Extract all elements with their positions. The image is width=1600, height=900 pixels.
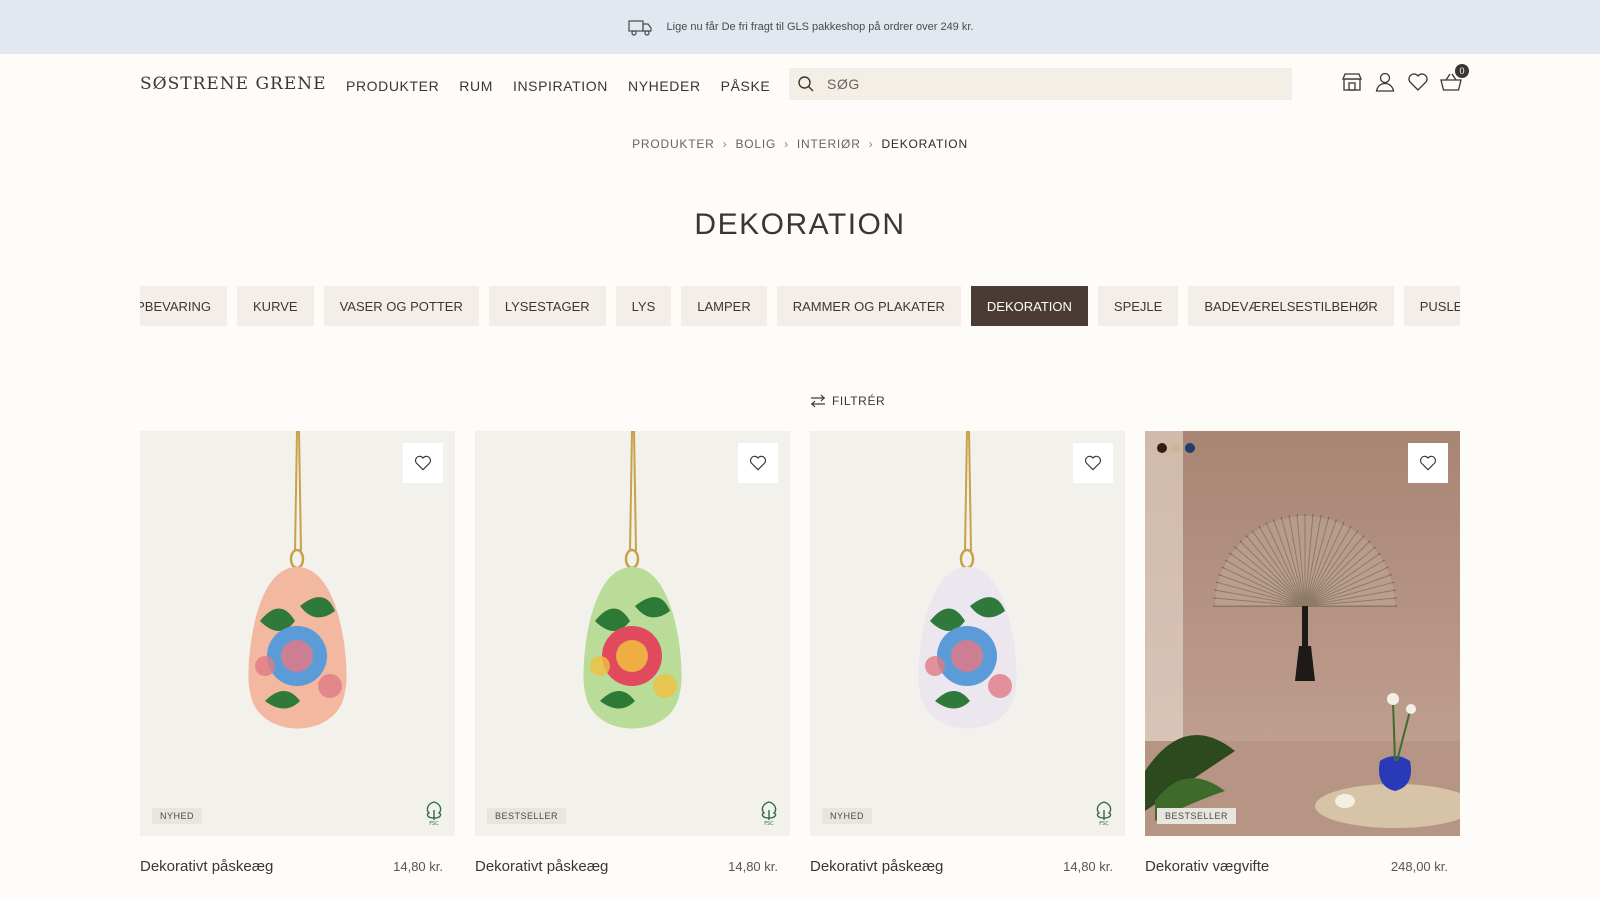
category-chip[interactable]: KURVE: [237, 286, 314, 326]
easter-egg-illustration: [248, 431, 347, 729]
chevron-right-icon: ›: [868, 137, 874, 151]
product-image[interactable]: NYHED FSC: [810, 431, 1125, 836]
search-bar[interactable]: [789, 68, 1292, 100]
svg-text:FSC: FSC: [429, 821, 439, 826]
user-icon: [1375, 72, 1395, 92]
announcement-bar: Lige nu får De fri fragt til GLS pakkesh…: [0, 0, 1600, 54]
svg-text:FSC: FSC: [764, 821, 774, 826]
cart-count-badge: 0: [1455, 64, 1469, 78]
product-price: 14,80 kr.: [728, 859, 778, 874]
account-button[interactable]: [1373, 70, 1397, 94]
breadcrumb: PRODUKTER › BOLIG › INTERIØR › DEKORATIO…: [0, 137, 1600, 151]
product-name[interactable]: Dekorativt påskeæg: [810, 858, 943, 875]
nav-nyheder[interactable]: NYHEDER: [628, 78, 701, 94]
category-chip[interactable]: OPBEVARING: [140, 286, 228, 326]
page-title: DEKORATION: [694, 208, 906, 241]
nav-inspiration[interactable]: INSPIRATION: [513, 78, 608, 94]
category-chip[interactable]: LYS: [615, 286, 672, 326]
product-image[interactable]: NYHED FSC: [140, 431, 455, 836]
brand-logo[interactable]: SØSTRENE GRENE: [140, 74, 327, 94]
product-card[interactable]: BESTSELLER Dekorativ vægvifte 248,00 kr.: [1145, 431, 1460, 875]
store-button[interactable]: [1340, 70, 1364, 94]
color-swatches: [1157, 443, 1195, 453]
site-header: SØSTRENE GRENE PRODUKTER RUM INSPIRATION…: [0, 54, 1600, 118]
product-name[interactable]: Dekorativ vægvifte: [1145, 858, 1269, 875]
category-chip[interactable]: RAMMER OG PLAKATER: [776, 286, 961, 326]
filter-button[interactable]: FILTRÉR: [810, 394, 885, 408]
product-price: 14,80 kr.: [393, 859, 443, 874]
category-chip[interactable]: LAMPER: [681, 286, 767, 326]
easter-egg-illustration: [583, 431, 682, 729]
category-chip[interactable]: LYSESTAGER: [488, 286, 606, 326]
product-badge: BESTSELLER: [1157, 808, 1237, 824]
product-name[interactable]: Dekorativt påskeæg: [475, 858, 608, 875]
product-card[interactable]: NYHED FSC Dekorativt påskeæg 14,80 kr.: [810, 431, 1125, 875]
heart-icon: [1084, 455, 1102, 471]
breadcrumb-produkter[interactable]: PRODUKTER: [632, 137, 715, 151]
header-icons: 0: [1340, 64, 1469, 94]
color-swatch[interactable]: [1185, 443, 1195, 453]
product-badge: NYHED: [152, 808, 203, 824]
cart-button[interactable]: 0: [1439, 64, 1469, 94]
category-chips: OPBEVARINGKURVEVASER OG POTTERLYSESTAGER…: [140, 286, 1460, 326]
filter-label: FILTRÉR: [832, 394, 886, 408]
product-image[interactable]: BESTSELLER: [1145, 431, 1460, 836]
breadcrumb-current: DEKORATION: [881, 137, 968, 151]
nav-rum[interactable]: RUM: [459, 78, 493, 94]
nav-paaske[interactable]: PÅSKE: [721, 78, 771, 94]
add-to-wishlist-button[interactable]: [1073, 443, 1113, 483]
category-chip[interactable]: VASER OG POTTER: [323, 286, 479, 326]
add-to-wishlist-button[interactable]: [1408, 443, 1448, 483]
heart-icon: [414, 455, 432, 471]
breadcrumb-interioer[interactable]: INTERIØR: [797, 137, 861, 151]
product-card[interactable]: NYHED FSC Dekorativt påskeæg 14,80 kr.: [140, 431, 455, 875]
wall-fan-illustration: [1145, 431, 1460, 836]
add-to-wishlist-button[interactable]: [738, 443, 778, 483]
product-badge: BESTSELLER: [487, 808, 567, 824]
sliders-icon: [811, 394, 825, 408]
category-chip[interactable]: PUSLESPIL OG SPIL: [1403, 286, 1460, 326]
announcement-text: Lige nu får De fri fragt til GLS pakkesh…: [666, 21, 974, 33]
product-image[interactable]: BESTSELLER FSC: [475, 431, 790, 836]
chevron-right-icon: ›: [784, 137, 789, 151]
breadcrumb-bolig[interactable]: BOLIG: [735, 137, 776, 151]
color-swatch[interactable]: [1157, 443, 1167, 453]
heart-icon: [1419, 455, 1437, 471]
product-card[interactable]: BESTSELLER FSC Dekorativt påskeæg 14,80 …: [475, 431, 790, 875]
product-price: 14,80 kr.: [1063, 859, 1113, 874]
category-chips-track: OPBEVARINGKURVEVASER OG POTTERLYSESTAGER…: [140, 286, 1460, 326]
chevron-right-icon: ›: [722, 137, 728, 151]
product-grid: NYHED FSC Dekorativt påskeæg 14,80 kr. B…: [140, 431, 1460, 875]
category-chip[interactable]: DEKORATION: [970, 286, 1088, 326]
heart-icon: [749, 455, 767, 471]
fsc-tree-icon: FSC: [761, 801, 777, 826]
search-icon[interactable]: [797, 75, 815, 93]
main-nav: PRODUKTER RUM INSPIRATION NYHEDER PÅSKE: [346, 78, 770, 94]
easter-egg-illustration: [918, 431, 1017, 729]
nav-produkter[interactable]: PRODUKTER: [346, 78, 439, 94]
product-badge: NYHED: [822, 808, 873, 824]
add-to-wishlist-button[interactable]: [403, 443, 443, 483]
wishlist-button[interactable]: [1406, 70, 1430, 94]
color-swatch[interactable]: [1171, 443, 1181, 453]
svg-text:FSC: FSC: [1099, 821, 1109, 826]
product-price: 248,00 kr.: [1390, 859, 1448, 874]
fsc-tree-icon: FSC: [1096, 801, 1112, 826]
search-input[interactable]: [827, 76, 1267, 92]
product-name[interactable]: Dekorativt påskeæg: [140, 858, 273, 875]
category-chip[interactable]: BADEVÆRELSESTILBEHØR: [1188, 286, 1394, 326]
store-icon: [1342, 73, 1362, 91]
truck-icon: [627, 20, 652, 36]
fsc-tree-icon: FSC: [426, 801, 442, 826]
heart-icon: [1408, 73, 1428, 91]
category-chip[interactable]: SPEJLE: [1097, 286, 1179, 326]
